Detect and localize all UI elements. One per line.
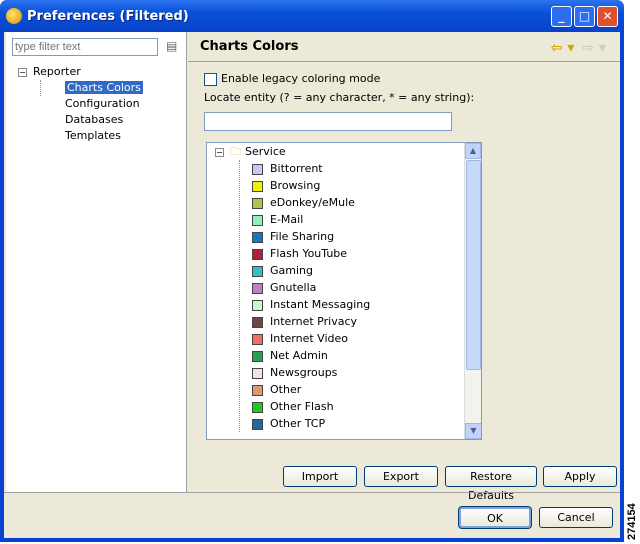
color-swatch[interactable] (252, 350, 263, 362)
scroll-thumb[interactable] (466, 160, 481, 370)
list-item[interactable]: E-Mail (252, 211, 481, 228)
export-button[interactable]: Export (364, 466, 438, 487)
list-item[interactable]: Other Flash (252, 398, 481, 415)
list-item[interactable]: Net Admin (252, 347, 481, 364)
list-item[interactable]: Gaming (252, 262, 481, 279)
color-swatch[interactable] (252, 384, 263, 396)
forward-arrow-icon[interactable]: ⇨ ▾ (582, 40, 606, 56)
color-swatch[interactable] (252, 401, 263, 413)
page-title: Charts Colors (200, 39, 299, 54)
locate-label: Locate entity (? = any character, * = an… (204, 90, 475, 104)
color-swatch[interactable] (252, 163, 263, 175)
preference-tree: − Reporter Charts Colors Configuration Da… (18, 64, 143, 142)
app-icon (6, 8, 22, 24)
item-label: Other TCP (270, 417, 326, 430)
list-item[interactable]: Other (252, 381, 481, 398)
import-button[interactable]: Import (283, 466, 357, 487)
item-label: Newsgroups (270, 366, 338, 379)
tree-item-templates[interactable]: Templates (65, 128, 143, 144)
divider (4, 492, 620, 493)
color-swatch[interactable] (252, 214, 263, 226)
item-label: Gaming (270, 264, 313, 277)
list-item[interactable]: Bittorrent (252, 160, 481, 177)
color-swatch[interactable] (252, 265, 263, 277)
color-swatch[interactable] (252, 231, 263, 243)
minimize-button[interactable]: _ (551, 5, 572, 27)
item-label: Gnutella (270, 281, 317, 294)
locate-entity-input[interactable] (204, 111, 452, 131)
color-swatch[interactable] (252, 418, 263, 430)
checkbox-icon[interactable] (204, 72, 217, 86)
back-arrow-icon[interactable]: ⇦ ▾ (551, 40, 575, 56)
color-swatch[interactable] (252, 367, 263, 379)
item-label: Internet Video (270, 332, 348, 345)
item-label: Browsing (270, 179, 321, 192)
tree-item-databases[interactable]: Databases (65, 112, 143, 128)
collapse-icon[interactable]: − (215, 147, 224, 157)
color-swatch[interactable] (252, 316, 263, 328)
color-swatch[interactable] (252, 248, 263, 260)
list-item[interactable]: Internet Video (252, 330, 481, 347)
collapse-icon[interactable]: − (18, 67, 27, 77)
list-item[interactable]: Instant Messaging (252, 296, 481, 313)
color-swatch[interactable] (252, 197, 263, 209)
close-button[interactable]: ✕ (597, 5, 618, 27)
clear-filter-icon[interactable]: ▤ (166, 39, 180, 55)
tree-item-reporter[interactable]: − Reporter (18, 64, 143, 80)
color-swatch[interactable] (252, 299, 263, 311)
scroll-up-button[interactable]: ▲ (465, 143, 481, 159)
item-label: Net Admin (270, 349, 328, 362)
group-service[interactable]: − 🗀 Service (207, 143, 481, 160)
maximize-button[interactable]: □ (574, 5, 595, 27)
tree-item-configuration[interactable]: Configuration (65, 96, 143, 112)
item-label: Bittorrent (270, 162, 323, 175)
vertical-scrollbar[interactable]: ▲ ▼ (464, 143, 481, 439)
tree-item-charts-colors[interactable]: Charts Colors (65, 80, 143, 96)
item-label: Instant Messaging (270, 298, 371, 311)
window-title: Preferences (Filtered) (27, 8, 189, 24)
color-swatch[interactable] (252, 333, 263, 345)
color-swatch[interactable] (252, 180, 263, 192)
list-item[interactable]: Gnutella (252, 279, 481, 296)
preference-navigation: ▤ −Reporter Charts Colors Configuration … (6, 32, 187, 492)
apply-button[interactable]: Apply (543, 466, 617, 487)
item-label: Internet Privacy (270, 315, 358, 328)
item-label: E-Mail (270, 213, 304, 226)
ok-button[interactable]: OK (458, 506, 532, 529)
list-item[interactable]: Browsing (252, 177, 481, 194)
filter-input[interactable] (12, 38, 158, 56)
item-label: Flash YouTube (270, 247, 348, 260)
list-item[interactable]: Internet Privacy (252, 313, 481, 330)
item-label: Other Flash (270, 400, 334, 413)
item-label: Other (270, 383, 302, 396)
list-item[interactable]: File Sharing (252, 228, 481, 245)
color-list: − 🗀 Service Bittorrent Browsing eDonkey/eMul… (206, 142, 482, 440)
scroll-down-button[interactable]: ▼ (465, 423, 481, 439)
restore-defaults-button[interactable]: Restore Defaults (445, 466, 537, 502)
list-item[interactable]: Newsgroups (252, 364, 481, 381)
list-item[interactable]: Other TCP (252, 415, 481, 432)
figure-id: 274154 (626, 503, 638, 540)
legacy-coloring-checkbox[interactable]: Enable legacy coloring mode (204, 72, 624, 86)
color-swatch[interactable] (252, 282, 263, 294)
page-header: Charts Colors ⇦ ▾ ⇨ ▾ (188, 32, 620, 62)
item-label: File Sharing (270, 230, 335, 243)
cancel-button[interactable]: Cancel (539, 507, 613, 528)
preferences-window: Preferences (Filtered) _ □ ✕ ▤ −Reporter… (0, 0, 624, 542)
folder-icon: 🗀 (230, 145, 241, 158)
item-label: eDonkey/eMule (270, 196, 355, 209)
list-item[interactable]: eDonkey/eMule (252, 194, 481, 211)
list-item[interactable]: Flash YouTube (252, 245, 481, 262)
title-bar: Preferences (Filtered) _ □ ✕ (0, 0, 624, 32)
